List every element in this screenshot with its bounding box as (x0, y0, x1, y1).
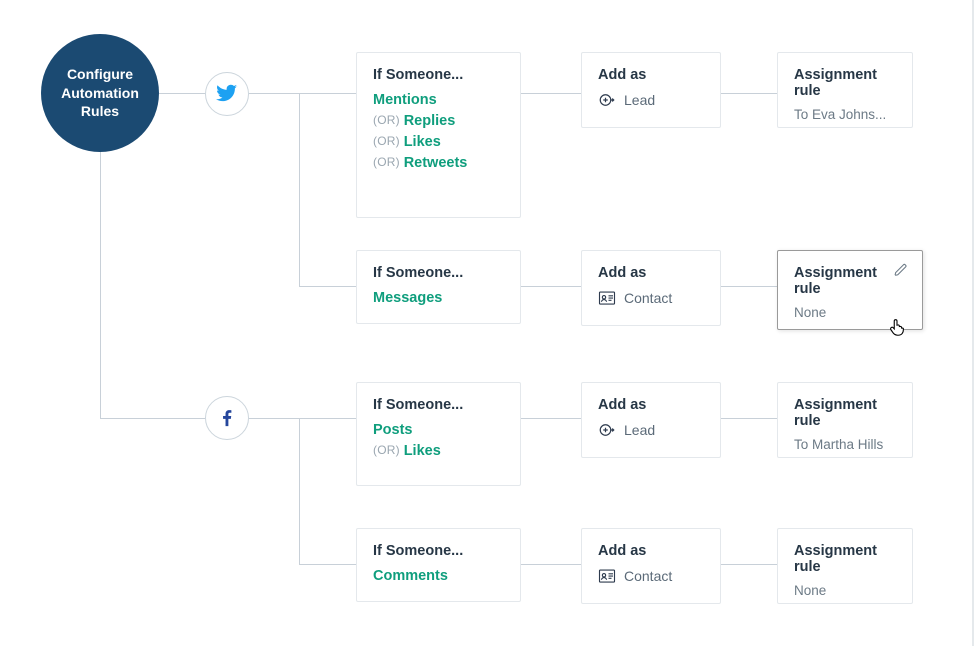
assignment-title: Assignment rule (794, 397, 896, 429)
connector (299, 286, 356, 287)
contact-icon (598, 289, 616, 307)
assignment-value: None (794, 583, 896, 598)
trigger-action: Posts (373, 422, 413, 438)
connector (249, 93, 299, 94)
trigger-action: Messages (373, 290, 442, 306)
lead-icon (598, 421, 616, 439)
addas-card-tw1[interactable]: Add as Lead (581, 52, 721, 128)
addas-card-tw2[interactable]: Add as Contact (581, 250, 721, 326)
root-configure-circle: Configure Automation Rules (41, 34, 159, 152)
trigger-action: Comments (373, 568, 448, 584)
channel-facebook[interactable] (205, 396, 249, 440)
assignment-card-tw1[interactable]: Assignment rule To Eva Johns... (777, 52, 913, 128)
root-line3: Rules (61, 102, 139, 121)
connector (159, 93, 205, 94)
connector (100, 418, 205, 419)
connector (299, 418, 356, 419)
assignment-card-fb2[interactable]: Assignment rule None (777, 528, 913, 604)
addas-value: Contact (624, 290, 672, 306)
trigger-action: Replies (404, 113, 456, 129)
connector (299, 93, 356, 94)
or-label: (OR) (373, 134, 400, 148)
addas-title: Add as (598, 67, 704, 83)
trigger-title: If Someone... (373, 67, 504, 83)
connector (249, 418, 299, 419)
contact-icon (598, 567, 616, 585)
connector (721, 418, 777, 419)
connector (521, 564, 581, 565)
facebook-icon (216, 406, 238, 431)
connector (299, 93, 300, 286)
or-label: (OR) (373, 443, 400, 457)
addas-value: Contact (624, 568, 672, 584)
twitter-icon (216, 82, 238, 107)
addas-title: Add as (598, 265, 704, 281)
connector (721, 93, 777, 94)
addas-title: Add as (598, 543, 704, 559)
addas-value: Lead (624, 422, 655, 438)
root-line2: Automation (61, 84, 139, 103)
trigger-card-tw2[interactable]: If Someone... Messages (356, 250, 521, 324)
connector (521, 418, 581, 419)
assignment-title: Assignment rule (794, 265, 906, 297)
connector (521, 286, 581, 287)
lead-icon (598, 91, 616, 109)
trigger-card-fb1[interactable]: If Someone... Posts (OR) Likes (356, 382, 521, 486)
assignment-value: To Martha Hills (794, 437, 896, 452)
or-label: (OR) (373, 113, 400, 127)
assignment-value: To Eva Johns... (794, 107, 896, 122)
connector (521, 93, 581, 94)
connector (721, 286, 777, 287)
trigger-action: Retweets (404, 155, 468, 171)
trigger-action: Likes (404, 443, 441, 459)
trigger-action: Likes (404, 134, 441, 150)
channel-twitter[interactable] (205, 72, 249, 116)
connector (721, 564, 777, 565)
assignment-title: Assignment rule (794, 543, 896, 575)
addas-title: Add as (598, 397, 704, 413)
connector (299, 418, 300, 564)
connector (299, 564, 356, 565)
or-label: (OR) (373, 155, 400, 169)
trigger-title: If Someone... (373, 543, 504, 559)
trigger-card-tw1[interactable]: If Someone... Mentions (OR) Replies (OR)… (356, 52, 521, 218)
trigger-card-fb2[interactable]: If Someone... Comments (356, 528, 521, 602)
cursor-hand-icon (886, 316, 908, 338)
addas-card-fb1[interactable]: Add as Lead (581, 382, 721, 458)
assignment-card-fb1[interactable]: Assignment rule To Martha Hills (777, 382, 913, 458)
assignment-title: Assignment rule (794, 67, 896, 99)
addas-value: Lead (624, 92, 655, 108)
trigger-action: Mentions (373, 92, 437, 108)
trigger-title: If Someone... (373, 397, 504, 413)
automation-rules-diagram: Configure Automation Rules If Someone...… (0, 0, 974, 646)
addas-card-fb2[interactable]: Add as Contact (581, 528, 721, 604)
root-line1: Configure (61, 65, 139, 84)
trigger-title: If Someone... (373, 265, 504, 281)
connector (100, 152, 101, 418)
edit-icon[interactable] (894, 263, 908, 277)
